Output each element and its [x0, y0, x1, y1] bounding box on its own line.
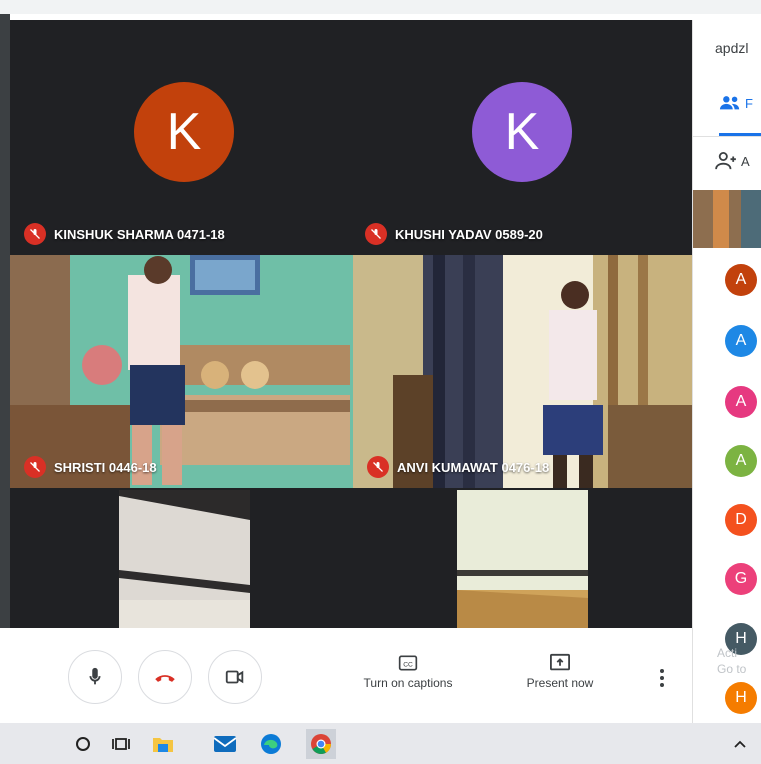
windows-taskbar — [0, 723, 761, 764]
participant-tile-shristi[interactable]: SHRISTI 0446-18 — [10, 255, 353, 488]
people-icon — [719, 96, 740, 110]
camera-icon — [225, 670, 244, 684]
participant-name-tag: SHRISTI 0446-18 — [24, 456, 157, 478]
avatar: K — [134, 82, 234, 182]
participant-name-tag: KHUSHI YADAV 0589-20 — [365, 223, 543, 245]
present-label: Present now — [526, 676, 594, 690]
participant-avatar[interactable]: G — [725, 563, 757, 595]
mic-off-icon — [365, 223, 387, 245]
tab-people-label: F — [745, 95, 753, 111]
captions-label: Turn on captions — [363, 676, 453, 690]
present-screen-icon — [550, 653, 570, 671]
people-side-panel: apdzl F A A A A A D G H Acti Go to H — [692, 20, 761, 723]
closed-captions-icon: CC — [398, 655, 418, 671]
participant-name-tag: ANVI KUMAWAT 0476-18 — [367, 456, 549, 478]
mic-off-icon — [367, 456, 389, 478]
video-feed — [119, 490, 250, 628]
participant-avatar[interactable]: D — [725, 504, 757, 536]
edge-icon[interactable] — [258, 731, 284, 757]
video-feed — [353, 255, 692, 488]
more-options-button[interactable] — [650, 666, 674, 690]
add-people-label: A — [741, 153, 750, 169]
participant-name: ANVI KUMAWAT 0476-18 — [397, 459, 550, 475]
captions-button[interactable]: CC Turn on captions — [353, 650, 463, 690]
participant-avatar[interactable]: H — [725, 682, 757, 714]
watermark-line: Acti — [717, 646, 738, 660]
end-call-button[interactable] — [138, 650, 192, 704]
search-icon[interactable] — [70, 731, 96, 757]
add-people-button[interactable]: A — [715, 152, 750, 170]
divider — [693, 136, 761, 137]
present-now-button[interactable]: Present now — [515, 650, 605, 690]
participant-tile-anvi[interactable]: ANVI KUMAWAT 0476-18 — [353, 255, 692, 488]
participant-avatar[interactable]: A — [725, 264, 757, 296]
participant-tile-5[interactable] — [119, 490, 250, 628]
svg-text:CC: CC — [403, 661, 413, 668]
activate-windows-watermark: Acti Go to — [717, 645, 746, 677]
mail-icon[interactable] — [212, 731, 238, 757]
window-left-edge — [0, 14, 10, 628]
participant-name: KINSHUK SHARMA 0471-18 — [54, 226, 225, 242]
microphone-button[interactable] — [68, 650, 122, 704]
participant-avatar[interactable]: A — [725, 386, 757, 418]
mic-off-icon — [24, 456, 46, 478]
tab-people[interactable]: F — [719, 95, 753, 111]
participant-avatar[interactable]: A — [725, 325, 757, 357]
meeting-code: apdzl — [715, 40, 749, 56]
hang-up-icon — [155, 675, 175, 682]
watermark-line: Go to — [717, 662, 747, 676]
self-view-thumbnail[interactable] — [693, 190, 761, 248]
file-explorer-icon[interactable] — [150, 731, 176, 757]
participant-name: SHRISTI 0446-18 — [54, 459, 157, 475]
participant-tile-kinshuk[interactable]: K KINSHUK SHARMA 0471-18 — [10, 20, 351, 255]
avatar: K — [472, 82, 572, 182]
mic-off-icon — [24, 223, 46, 245]
participant-tile-khushi[interactable]: K KHUSHI YADAV 0589-20 — [351, 20, 692, 255]
microphone-icon — [89, 667, 101, 685]
add-person-icon — [715, 152, 736, 170]
video-feed — [10, 255, 353, 488]
chevron-up-icon[interactable] — [734, 736, 746, 754]
participant-name: KHUSHI YADAV 0589-20 — [395, 226, 543, 242]
more-vert-icon — [660, 669, 664, 687]
participant-tile-6[interactable] — [457, 490, 588, 628]
browser-top-strip — [0, 0, 761, 14]
task-view-icon[interactable] — [108, 731, 134, 757]
participant-name-tag: KINSHUK SHARMA 0471-18 — [24, 223, 225, 245]
meeting-grid: K KINSHUK SHARMA 0471-18 K KHUSHI YADAV … — [10, 20, 692, 628]
meeting-control-bar: CC Turn on captions Present now — [10, 628, 692, 723]
video-feed — [457, 490, 588, 628]
camera-button[interactable] — [208, 650, 262, 704]
chrome-icon[interactable] — [306, 729, 336, 759]
participant-avatar[interactable]: A — [725, 445, 757, 477]
